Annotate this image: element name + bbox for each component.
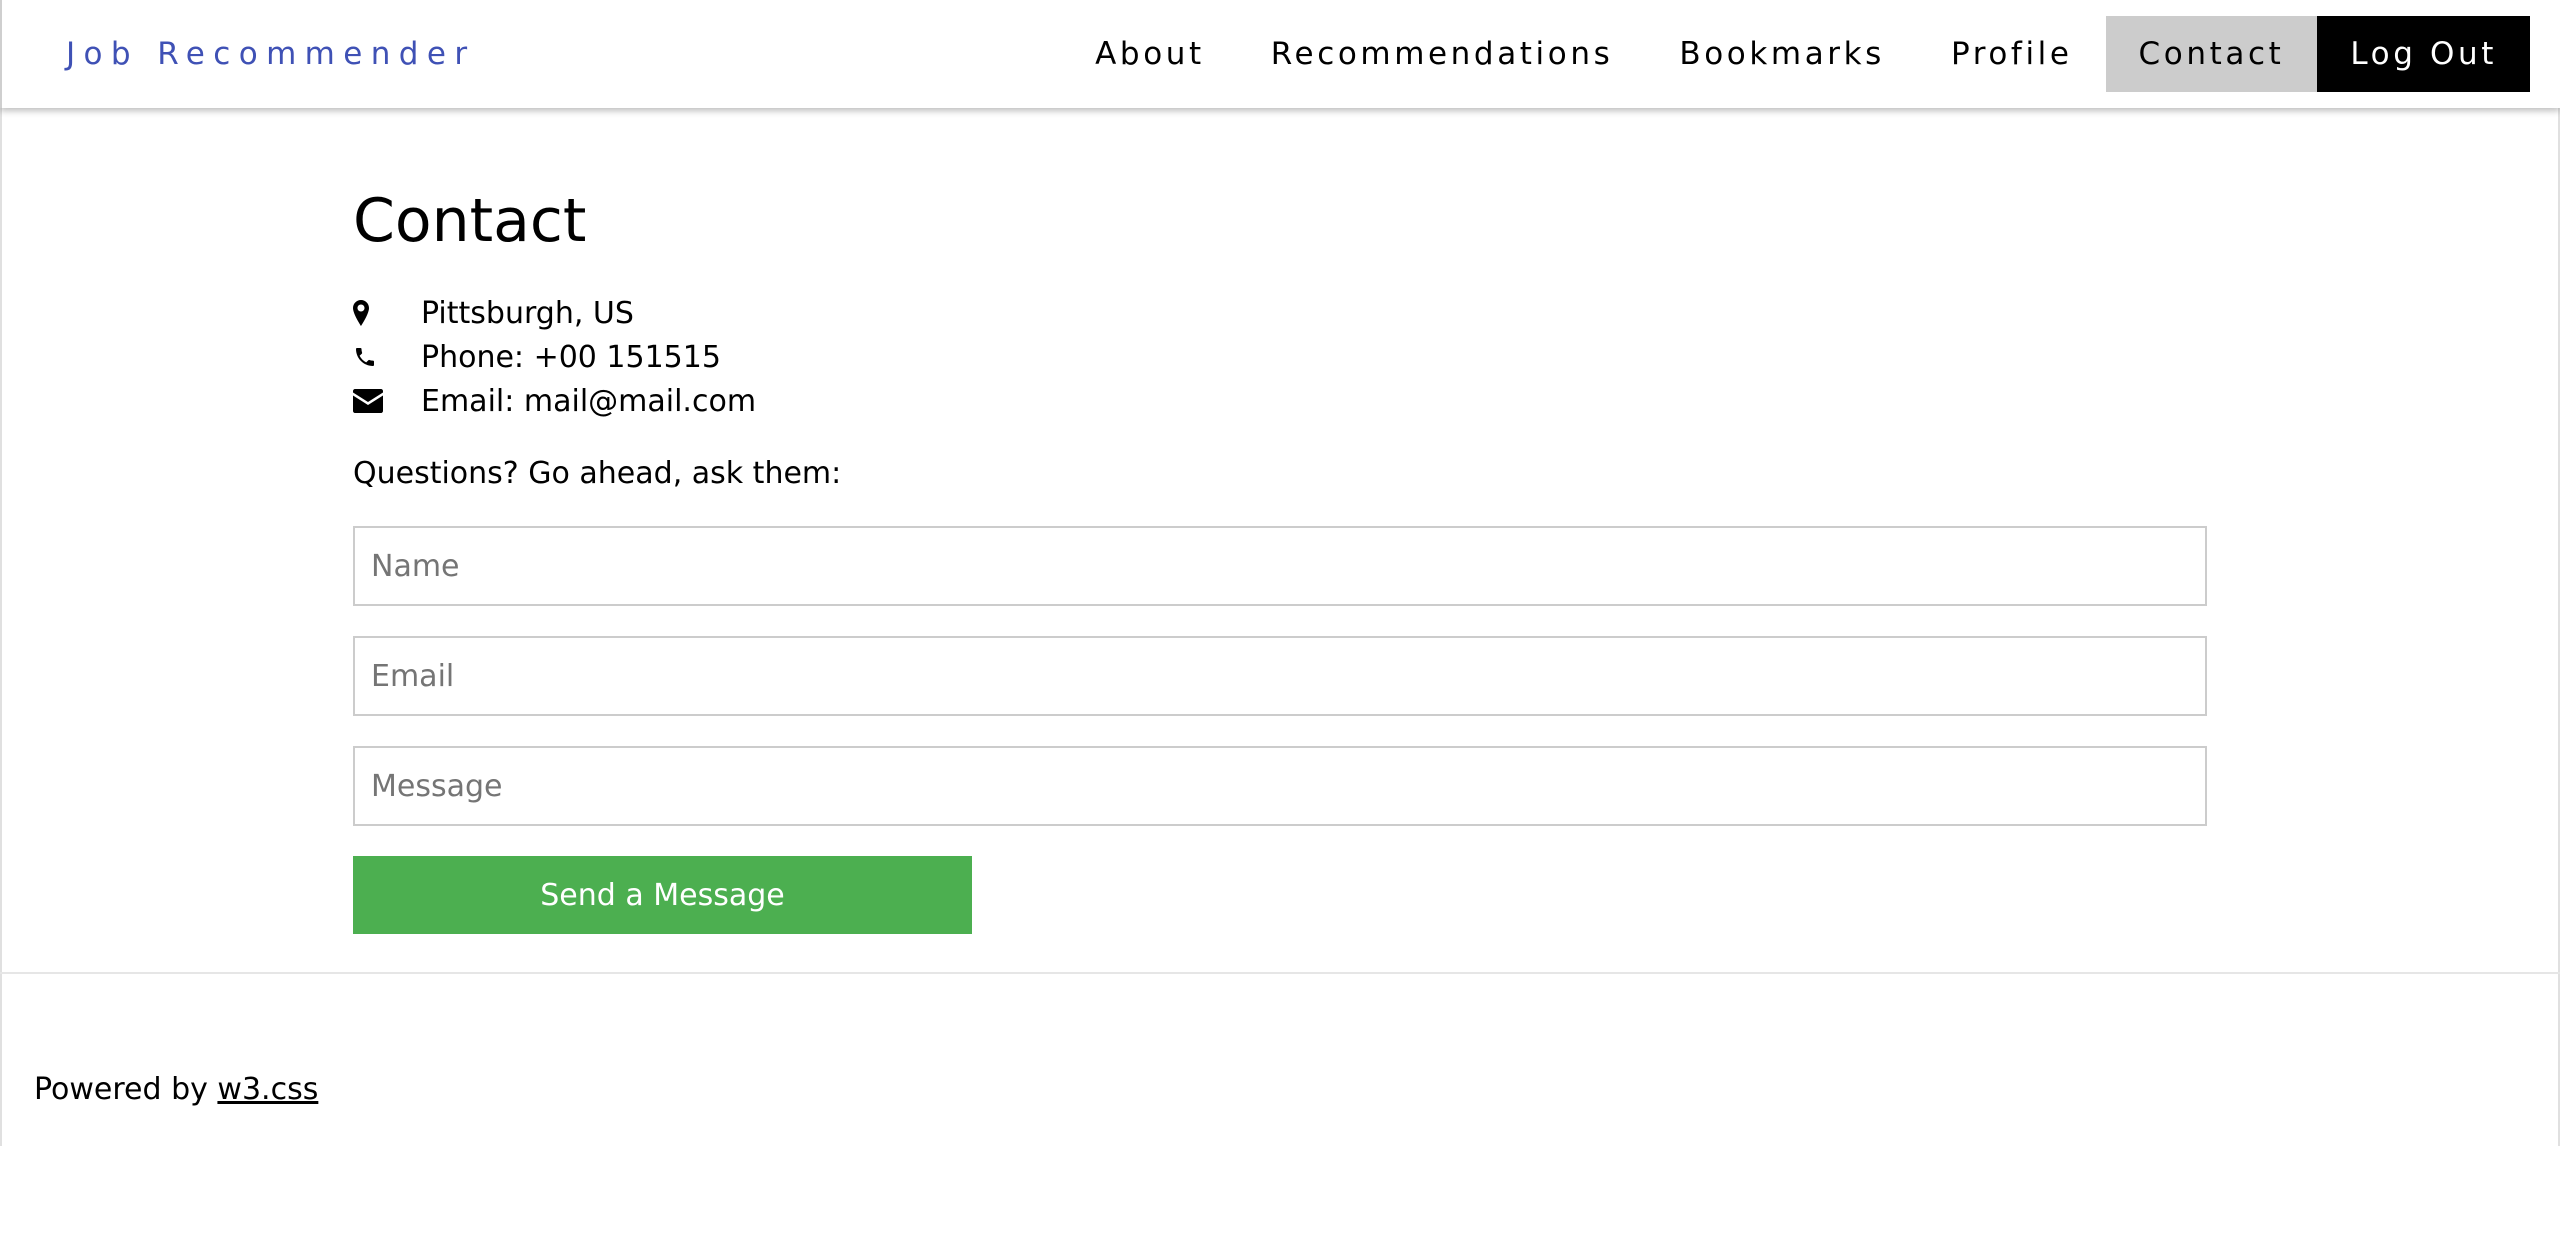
email-input[interactable] bbox=[353, 636, 2207, 716]
map-marker-icon bbox=[353, 291, 421, 335]
footer: Powered by w3.css bbox=[34, 1072, 318, 1107]
envelope-icon bbox=[353, 379, 421, 423]
contact-location-row: Pittsburgh, US bbox=[353, 291, 756, 335]
questions-prompt: Questions? Go ahead, ask them: bbox=[353, 456, 842, 491]
nav-menu: About Recommendations Bookmarks Profile … bbox=[1062, 16, 2530, 92]
contact-info-list: Pittsburgh, US Phone: +00 151515 Email: … bbox=[353, 291, 756, 423]
contact-location-text: Pittsburgh, US bbox=[421, 295, 634, 331]
top-navigation-bar: Job Recommender About Recommendations Bo… bbox=[0, 0, 2560, 108]
page-frame bbox=[0, 108, 2560, 1146]
footer-w3css-link[interactable]: w3.css bbox=[217, 1072, 318, 1107]
nav-item-profile[interactable]: Profile bbox=[1918, 16, 2106, 92]
brand-logo[interactable]: Job Recommender bbox=[66, 0, 475, 108]
logout-button[interactable]: Log Out bbox=[2317, 16, 2530, 92]
send-message-button[interactable]: Send a Message bbox=[353, 856, 972, 934]
phone-icon bbox=[353, 335, 421, 379]
nav-item-contact[interactable]: Contact bbox=[2105, 16, 2318, 92]
nav-item-about[interactable]: About bbox=[1062, 16, 1238, 92]
contact-email-row: Email: mail@mail.com bbox=[353, 379, 756, 423]
contact-phone-row: Phone: +00 151515 bbox=[353, 335, 756, 379]
nav-item-recommendations[interactable]: Recommendations bbox=[1238, 16, 1647, 92]
page-title: Contact bbox=[353, 186, 587, 256]
nav-item-bookmarks[interactable]: Bookmarks bbox=[1646, 16, 1918, 92]
message-input[interactable] bbox=[353, 746, 2207, 826]
contact-email-text: Email: mail@mail.com bbox=[421, 383, 757, 419]
contact-phone-text: Phone: +00 151515 bbox=[421, 339, 721, 375]
name-input[interactable] bbox=[353, 526, 2207, 606]
footer-powered-by-text: Powered by bbox=[34, 1072, 218, 1107]
footer-divider bbox=[0, 972, 2560, 974]
